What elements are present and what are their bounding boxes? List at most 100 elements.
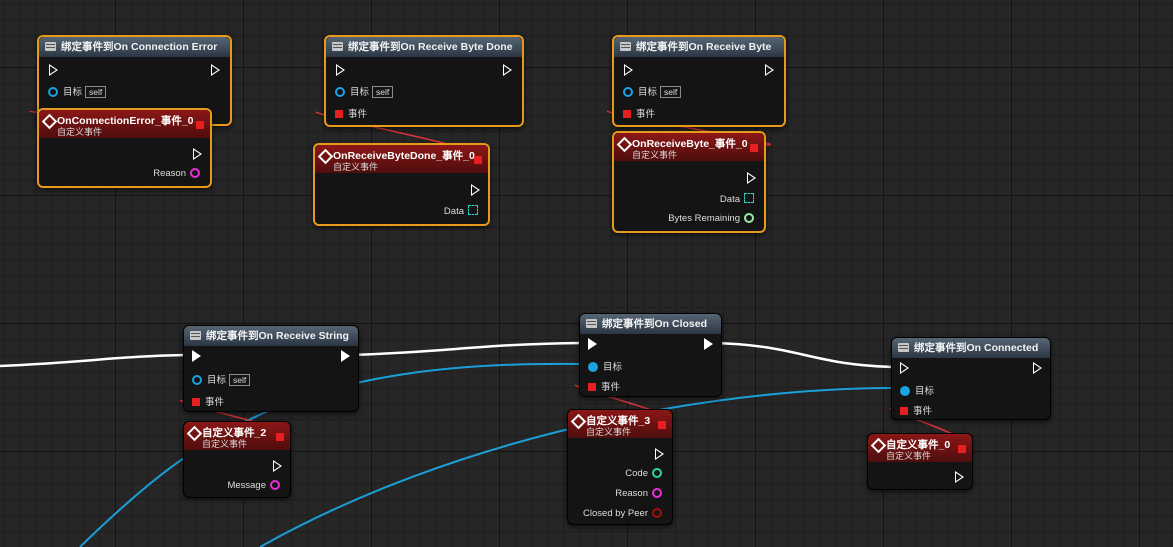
event-diamond-icon [41,113,58,130]
data-output-pin[interactable]: Data [720,193,754,205]
node-header: 绑定事件到On Receive Byte Done [326,37,522,57]
bool-pin-icon[interactable] [652,508,662,518]
bind-connected-node[interactable]: 绑定事件到On Connected 目标 事件 [891,337,1051,420]
exec-out-pin[interactable] [211,64,220,76]
bind-receive-byte-done-node[interactable]: 绑定事件到On Receive Byte Done 目标 self 事件 [324,35,524,127]
target-pin[interactable] [900,386,910,396]
self-field[interactable]: self [660,86,682,98]
event-subtitle: 自定义事件 [586,427,632,437]
target-pin[interactable] [192,375,202,385]
exec-out-pin[interactable] [747,172,756,184]
evt-receive-byte-done-node[interactable]: OnReceiveByteDone_事件_0 自定义事件 Data [313,143,490,226]
exec-in-pin[interactable] [49,64,58,76]
event-diamond-icon [317,148,334,165]
event-pin[interactable] [335,110,343,118]
target-label: 目标 [638,87,658,98]
delegate-pin[interactable] [474,156,482,164]
exec-in-pin[interactable] [192,350,201,362]
self-field[interactable]: self [85,86,107,98]
delegate-pin[interactable] [276,433,284,441]
target-pin[interactable] [588,362,598,372]
exec-out-pin[interactable] [273,460,282,472]
function-icon [620,42,631,51]
function-icon [45,42,56,51]
string-pin-icon[interactable] [652,488,662,498]
exec-out-pin[interactable] [471,184,480,196]
target-label: 目标 [63,87,83,98]
exec-in-pin[interactable] [588,338,597,350]
delegate-pin[interactable] [750,144,758,152]
node-header: 绑定事件到On Closed [580,314,721,334]
exec-wire [712,341,896,369]
event-pin[interactable] [588,383,596,391]
function-icon [898,343,909,352]
event-header: OnConnectionError_事件_0 自定义事件 [39,110,210,138]
evt-custom-3-node[interactable]: 自定义事件_3 自定义事件 Code Reason Closed by Peer [567,409,673,525]
target-pin-row[interactable]: 目标 self [192,372,251,386]
exec-in-pin[interactable] [336,64,345,76]
target-pin-row[interactable]: 目标 [900,383,934,397]
reason-output-pin[interactable]: Reason [153,168,200,179]
exec-out-pin[interactable] [193,148,202,160]
bind-receive-byte-node[interactable]: 绑定事件到On Receive Byte 目标 self 事件 [612,35,786,127]
event-pin-row[interactable]: 事件 [900,403,932,417]
bind-closed-node[interactable]: 绑定事件到On Closed 目标 事件 [579,313,722,397]
exec-in-pin[interactable] [900,362,909,374]
node-title: 绑定事件到On Connection Error [61,41,218,53]
event-pin[interactable] [192,398,200,406]
code-output-pin[interactable]: Code [625,468,662,479]
target-label: 目标 [915,386,935,397]
node-title: 绑定事件到On Connected [914,342,1039,354]
event-diamond-icon [570,413,587,430]
exec-out-pin[interactable] [341,350,350,362]
event-pin-row[interactable]: 事件 [623,106,655,120]
delegate-pin[interactable] [196,121,204,129]
string-pin-icon[interactable] [190,168,200,178]
int-pin-icon[interactable] [652,468,662,478]
reason-label: Reason [615,488,648,499]
byte-array-pin-icon[interactable] [468,205,478,215]
event-subtitle: 自定义事件 [333,162,379,172]
event-pin-row[interactable]: 事件 [588,379,620,393]
event-subtitle: 自定义事件 [57,127,103,137]
self-field[interactable]: self [372,86,394,98]
data-output-pin[interactable]: Data [444,205,478,217]
target-pin-row[interactable]: 目标 [588,359,622,373]
int-pin-icon[interactable] [744,213,754,223]
exec-out-pin[interactable] [765,64,774,76]
closed-by-peer-output-pin[interactable]: Closed by Peer [583,508,662,519]
evt-custom-2-node[interactable]: 自定义事件_2 自定义事件 Message [183,421,291,498]
self-field[interactable]: self [229,374,251,386]
evt-custom-0-node[interactable]: 自定义事件_0 自定义事件 [867,433,973,490]
target-pin[interactable] [48,87,58,97]
reason-output-pin[interactable]: Reason [615,488,662,499]
bytes-remaining-output-pin[interactable]: Bytes Remaining [668,213,754,224]
exec-out-pin[interactable] [955,471,964,483]
event-pin-row[interactable]: 事件 [192,394,224,408]
bind-receive-string-node[interactable]: 绑定事件到On Receive String 目标 self 事件 [183,325,359,412]
exec-in-pin[interactable] [624,64,633,76]
target-pin[interactable] [335,87,345,97]
target-pin-row[interactable]: 目标 self [48,84,107,98]
data-label: Data [443,206,464,217]
delegate-pin[interactable] [658,421,666,429]
string-pin-icon[interactable] [270,480,280,490]
evt-connection-error-node[interactable]: OnConnectionError_事件_0 自定义事件 Reason [37,108,212,188]
event-subtitle: 自定义事件 [632,150,678,160]
byte-array-pin-icon[interactable] [744,193,754,203]
exec-out-pin[interactable] [655,448,664,460]
exec-out-pin[interactable] [503,64,512,76]
event-pin[interactable] [623,110,631,118]
bytes-remaining-label: Bytes Remaining [668,213,740,224]
event-pin-row[interactable]: 事件 [335,106,367,120]
message-output-pin[interactable]: Message [227,480,280,491]
node-header: 绑定事件到On Connected [892,338,1050,358]
exec-out-pin[interactable] [1033,362,1042,374]
evt-receive-byte-node[interactable]: OnReceiveByte_事件_0 自定义事件 Data Bytes Remai… [612,131,766,233]
delegate-pin[interactable] [958,445,966,453]
exec-out-pin[interactable] [704,338,713,350]
target-pin-row[interactable]: 目标 self [335,84,394,98]
event-pin[interactable] [900,407,908,415]
target-pin[interactable] [623,87,633,97]
target-pin-row[interactable]: 目标 self [623,84,682,98]
